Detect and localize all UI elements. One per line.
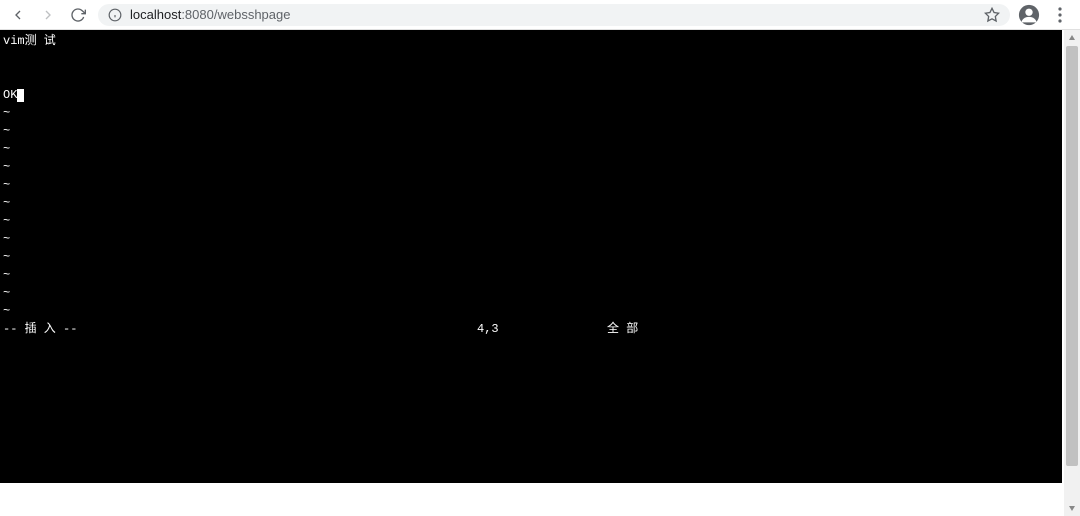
profile-avatar-icon[interactable] (1018, 4, 1040, 26)
terminal-text: OK (3, 88, 17, 102)
terminal-tilde-line: ~ (3, 158, 1059, 176)
browser-toolbar: localhost:8080/websshpage (0, 0, 1080, 30)
terminal-tilde-line: ~ (3, 122, 1059, 140)
terminal-line: OK (3, 86, 1059, 104)
back-button[interactable] (8, 5, 28, 25)
terminal-tilde-line: ~ (3, 140, 1059, 158)
cursor (17, 89, 24, 102)
page-body: vim测 试 OK ~ ~ ~ ~ ~ ~ ~ ~ ~ ~ ~ ~ -- 插 入… (0, 30, 1080, 516)
terminal-tilde-line: ~ (3, 104, 1059, 122)
terminal-tilde-line: ~ (3, 212, 1059, 230)
scrollbar-down-arrow-icon[interactable] (1064, 500, 1080, 516)
toolbar-right (1018, 4, 1072, 26)
terminal-line: vim测 试 (3, 32, 1059, 50)
terminal-line (3, 50, 1059, 68)
terminal-tilde-line: ~ (3, 176, 1059, 194)
forward-button[interactable] (38, 5, 58, 25)
vim-cursor-position: 4,3 (477, 320, 607, 338)
site-info-icon[interactable] (108, 8, 122, 22)
url-host: localhost (130, 7, 181, 22)
scrollbar-up-arrow-icon[interactable] (1064, 30, 1080, 46)
terminal-tilde-line: ~ (3, 284, 1059, 302)
terminal-tilde-line: ~ (3, 194, 1059, 212)
terminal-tilde-line: ~ (3, 230, 1059, 248)
terminal-line (3, 68, 1059, 86)
vertical-scrollbar[interactable] (1064, 30, 1080, 516)
vim-mode: -- 插 入 -- (3, 320, 477, 338)
url-port: :8080 (181, 7, 214, 22)
scrollbar-thumb[interactable] (1066, 46, 1078, 466)
url-path: /websshpage (214, 7, 291, 22)
menu-kebab-icon[interactable] (1052, 7, 1068, 23)
terminal[interactable]: vim测 试 OK ~ ~ ~ ~ ~ ~ ~ ~ ~ ~ ~ ~ -- 插 入… (0, 30, 1062, 483)
terminal-tilde-line: ~ (3, 302, 1059, 320)
vim-status-line: -- 插 入 -- 4,3 全 部 (3, 320, 1059, 338)
terminal-tilde-line: ~ (3, 266, 1059, 284)
bookmark-star-icon[interactable] (984, 7, 1000, 23)
address-bar[interactable]: localhost:8080/websshpage (98, 4, 1010, 26)
reload-button[interactable] (68, 5, 88, 25)
url-text: localhost:8080/websshpage (130, 7, 290, 22)
terminal-tilde-line: ~ (3, 248, 1059, 266)
vim-scope: 全 部 (607, 320, 638, 338)
